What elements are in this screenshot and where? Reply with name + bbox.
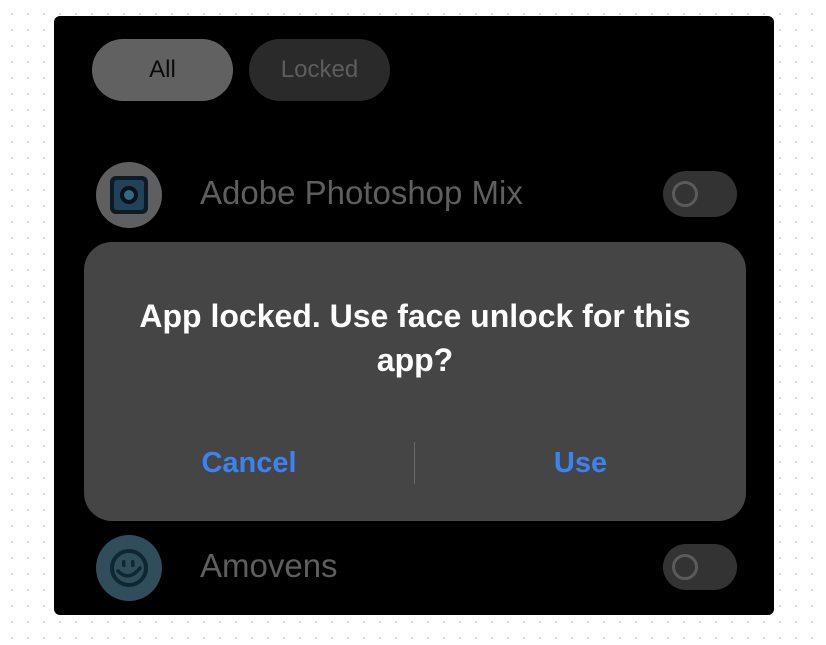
toggle-knob xyxy=(672,181,698,207)
app-name: Amovens xyxy=(200,547,338,584)
app-lock-toggle[interactable] xyxy=(663,171,737,217)
filter-chip-locked[interactable]: Locked xyxy=(249,39,390,101)
use-button[interactable]: Use xyxy=(415,432,746,494)
app-row-adobe-photoshop-mix[interactable]: Adobe Photoshop Mix xyxy=(54,160,774,230)
dialog-message: App locked. Use face unlock for this app… xyxy=(139,298,691,378)
filter-chip-locked-label: Locked xyxy=(280,56,359,83)
smiley-face-icon xyxy=(96,535,162,601)
toggle-knob xyxy=(672,554,698,580)
app-row-amovens[interactable]: Amovens xyxy=(54,533,774,603)
cancel-button[interactable]: Cancel xyxy=(84,432,414,494)
filter-chip-all[interactable]: All xyxy=(92,39,233,101)
app-locked-dialog: App locked. Use face unlock for this app… xyxy=(84,242,746,521)
filter-chip-all-label: All xyxy=(149,56,176,83)
app-lock-toggle[interactable] xyxy=(663,544,737,590)
photoshop-mix-icon xyxy=(96,162,162,228)
app-name: Adobe Photoshop Mix xyxy=(200,174,523,211)
